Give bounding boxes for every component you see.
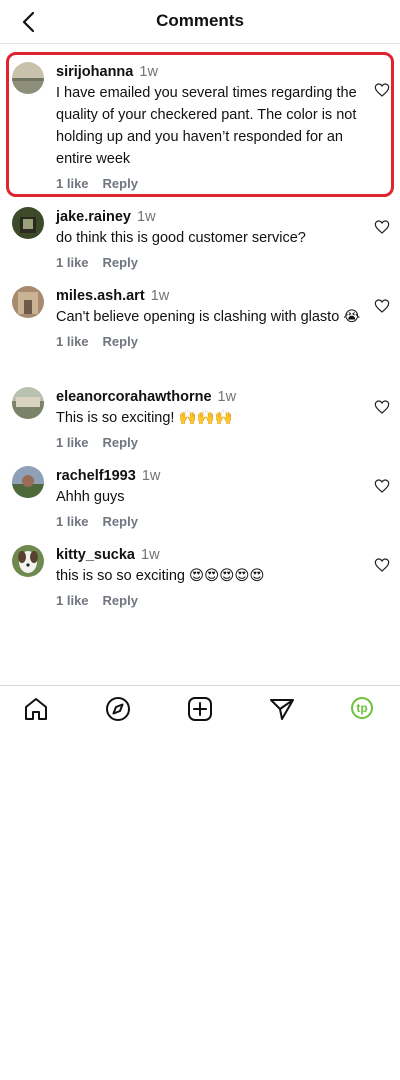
likes-count[interactable]: 1 like [56,255,89,270]
comment-text: this is so so exciting 😍😍😍😍😍 [56,568,265,584]
comment-text: do think this is good customer service? [56,230,306,246]
reply-button[interactable]: Reply [103,334,138,349]
reply-button[interactable]: Reply [103,514,138,529]
likes-count[interactable]: 1 like [56,176,89,191]
comment-item: eleanorcorahawthorne 1w This is so excit… [0,377,400,456]
comment-time: 1w [139,64,158,80]
likes-count[interactable]: 1 like [56,435,89,450]
comment-item: kitty_sucka 1w this is so so exciting 😍😍… [0,535,400,614]
comment-item: miles.ash.art 1w Can't believe opening i… [0,276,400,377]
heart-icon[interactable] [374,82,390,98]
reply-button[interactable]: Reply [103,435,138,450]
comment-text: Can't believe opening is clashing with g… [56,309,361,325]
comment-username[interactable]: jake.rainey [56,209,131,225]
avatar[interactable] [12,387,44,419]
comment-time: 1w [141,547,160,563]
comment-item: rachelf1993 1w Ahhh guys 1 like Reply [0,456,400,535]
avatar[interactable] [12,466,44,498]
comment-username[interactable]: eleanorcorahawthorne [56,389,212,405]
home-icon [25,698,47,720]
comment-username[interactable]: sirijohanna [56,64,133,80]
reply-button[interactable]: Reply [103,176,138,191]
nav-home[interactable] [22,695,50,723]
comment-item: jake.rainey 1w do think this is good cus… [0,197,400,276]
comment-list: sirijohanna 1w I have emailed you severa… [0,52,400,614]
comment-text: Ahhh guys [56,489,125,505]
bottom-nav: tp [0,685,400,733]
heart-icon[interactable] [374,219,390,235]
explore-icon [106,697,130,721]
avatar[interactable] [12,545,44,577]
comment-text: This is so exciting! 🙌🙌🙌 [56,410,233,426]
reply-button[interactable]: Reply [103,255,138,270]
header: Comments [0,0,400,44]
nav-add-post[interactable] [186,695,214,723]
comment-item: sirijohanna 1w I have emailed you severa… [0,52,400,197]
heart-icon[interactable] [374,557,390,573]
page-title: Comments [156,11,244,30]
likes-count[interactable]: 1 like [56,334,89,349]
add-post-icon [188,697,212,721]
send-icon [270,699,294,720]
comment-time: 1w [137,209,156,225]
comment-username[interactable]: miles.ash.art [56,288,145,304]
heart-icon[interactable] [374,399,390,415]
comment-username[interactable]: rachelf1993 [56,468,136,484]
nav-messages[interactable] [268,695,296,723]
comment-time: 1w [217,389,237,405]
avatar[interactable] [12,62,44,94]
heart-icon[interactable] [374,478,390,494]
heart-icon[interactable] [374,298,390,314]
comment-time: 1w [141,468,161,484]
profile-logo[interactable]: tp [351,697,373,719]
likes-count[interactable]: 1 like [56,514,89,529]
avatar[interactable] [12,286,44,318]
likes-count[interactable]: 1 like [56,593,89,608]
reply-button[interactable]: Reply [103,593,138,608]
avatar[interactable] [12,207,44,239]
nav-explore[interactable] [104,695,132,723]
comment-text: I have emailed you several times regardi… [56,85,357,167]
comment-time: 1w [150,288,170,304]
comment-username[interactable]: kitty_sucka [56,547,135,563]
